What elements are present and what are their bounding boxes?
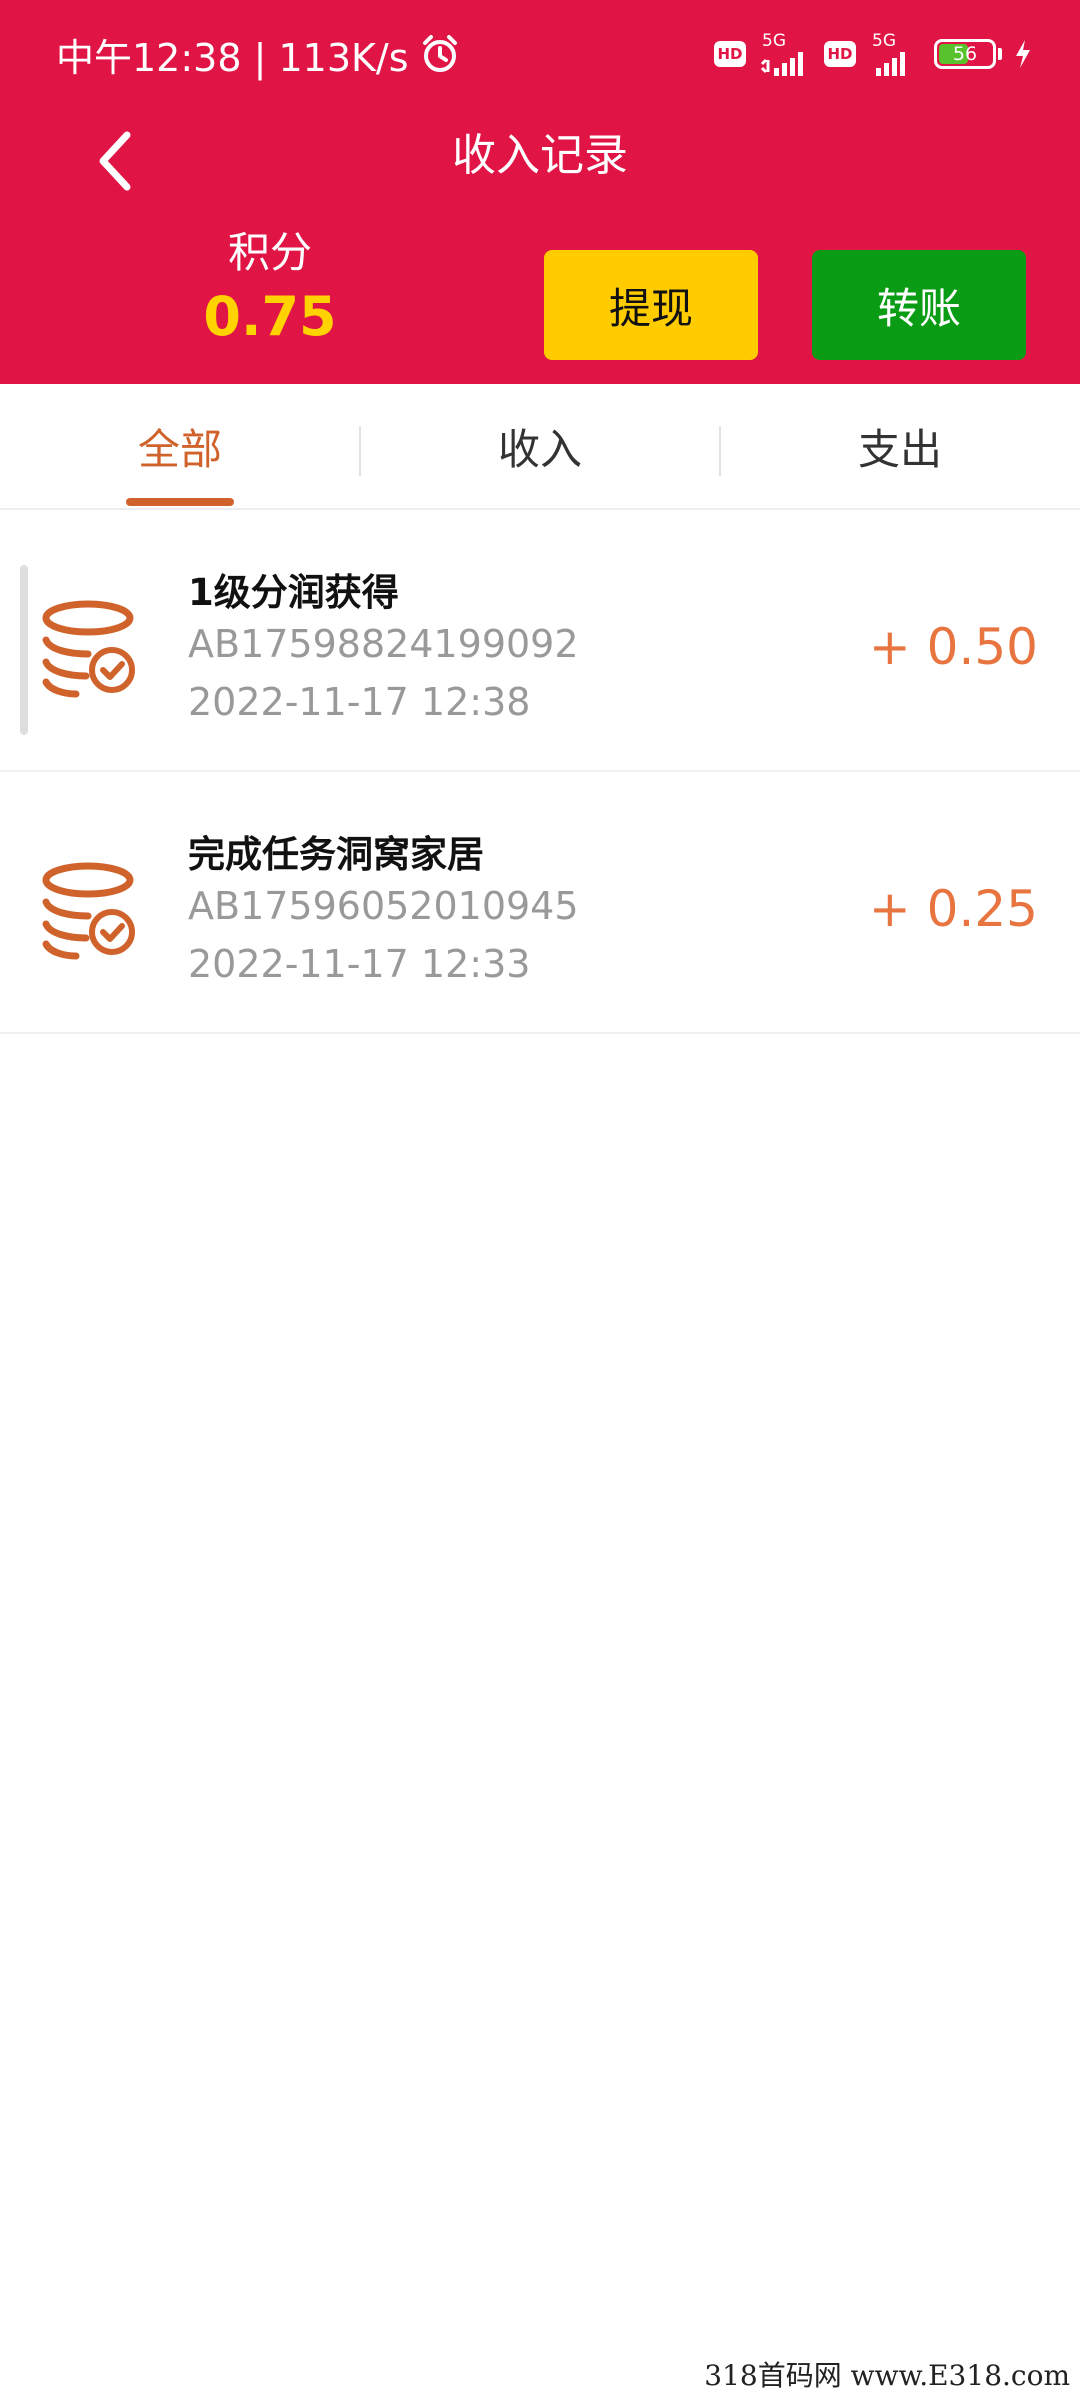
signal-icon — [876, 51, 905, 76]
tab-divider — [359, 426, 361, 476]
tab-all[interactable]: 全部 — [0, 384, 360, 508]
filter-tabs: 全部 收入 支出 — [0, 384, 1080, 510]
list-item[interactable]: 完成任务洞窝家居 AB17596052010945 2022-11-17 12:… — [0, 772, 1080, 1034]
signal-icon — [760, 51, 803, 76]
battery-level: 56 — [952, 43, 978, 65]
watermark: 318首码网 www.E318.com — [704, 2359, 1070, 2392]
tab-expense[interactable]: 支出 — [720, 384, 1080, 508]
scroll-indicator — [20, 565, 28, 735]
record-title: 完成任务洞窝家居 — [188, 833, 484, 876]
points-value: 0.75 — [203, 285, 337, 348]
points-label: 积分 — [227, 228, 312, 277]
signal-group-1: 5G — [758, 30, 812, 76]
battery-cap — [998, 48, 1002, 60]
record-time: 2022-11-17 12:33 — [188, 942, 531, 986]
tab-income[interactable]: 收入 — [360, 384, 720, 508]
status-time-speed: 中午12:38 | 113K/s — [56, 35, 409, 80]
coin-stack-check-icon — [42, 600, 135, 698]
record-order-number: AB17598824199092 — [188, 622, 579, 666]
points-summary: 积分 0.75 — [150, 225, 390, 353]
active-tab-indicator — [126, 498, 234, 506]
network-label: 5G — [762, 30, 786, 51]
hd-badge: HD — [824, 41, 856, 67]
tab-label: 全部 — [137, 424, 222, 474]
record-time: 2022-11-17 12:38 — [188, 680, 531, 724]
signal-group-2: 5G — [868, 30, 922, 76]
header: 中午12:38 | 113K/s HD 5G HD 5G 56 收入记录 积分 … — [0, 0, 1080, 384]
record-amount: + 0.50 — [868, 618, 1038, 676]
status-right: HD 5G HD 5G 56 — [714, 28, 1032, 80]
status-left: 中午12:38 | 113K/s — [56, 28, 461, 80]
record-list[interactable]: 1级分润获得 AB17598824199092 2022-11-17 12:38… — [0, 510, 1080, 1034]
record-order-number: AB17596052010945 — [188, 884, 579, 928]
page-title: 收入记录 — [452, 130, 628, 181]
record-title: 1级分润获得 — [188, 571, 399, 614]
network-label: 5G — [872, 30, 896, 51]
status-bar: 中午12:38 | 113K/s HD 5G HD 5G 56 — [0, 0, 1080, 108]
record-amount: + 0.25 — [868, 880, 1038, 938]
charging-icon — [1016, 40, 1030, 68]
chevron-left-icon — [99, 131, 131, 191]
battery-icon: 56 — [934, 39, 996, 69]
tab-label: 支出 — [857, 424, 942, 474]
back-button[interactable] — [80, 126, 150, 196]
alarm-clock-icon — [422, 35, 457, 72]
tab-label: 收入 — [497, 424, 582, 474]
coin-stack-check-icon — [42, 862, 135, 960]
transfer-button[interactable]: 转账 — [812, 250, 1026, 360]
withdraw-button[interactable]: 提现 — [544, 250, 758, 360]
tab-divider — [719, 426, 721, 476]
list-item[interactable]: 1级分润获得 AB17598824199092 2022-11-17 12:38… — [0, 510, 1080, 772]
hd-badge: HD — [714, 41, 746, 67]
nav-bar: 收入记录 — [0, 108, 1080, 204]
